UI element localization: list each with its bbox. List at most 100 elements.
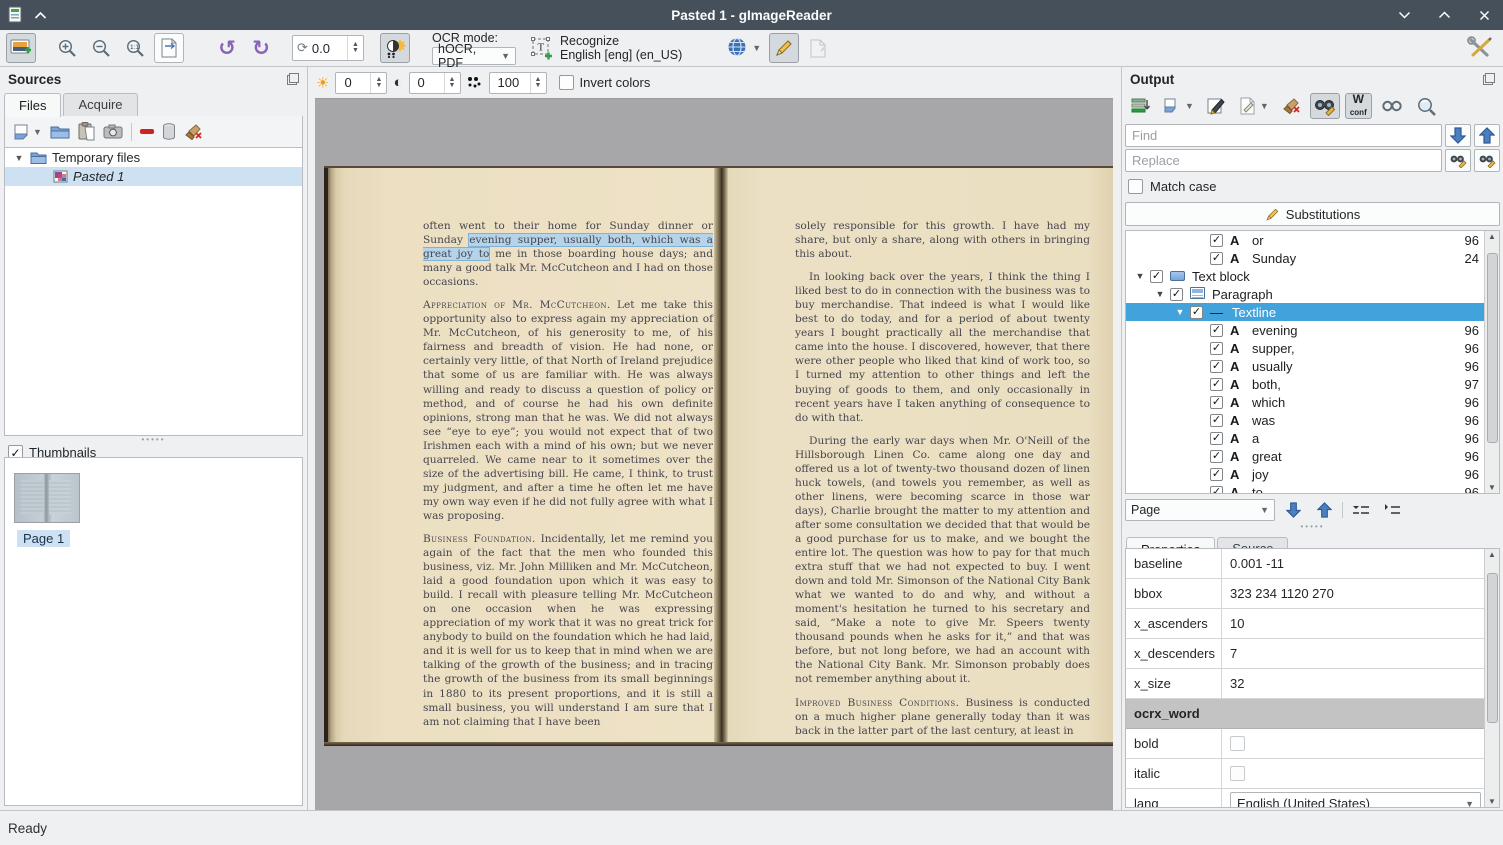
replace-button[interactable] <box>1445 149 1471 172</box>
ocr-selected-line-highlight[interactable]: evening supper, usually both, which was … <box>423 234 713 260</box>
page-thumbnail[interactable] <box>15 474 79 522</box>
match-case-checkbox[interactable] <box>1128 179 1143 194</box>
tab-files[interactable]: Files <box>4 93 61 117</box>
item-checkbox[interactable]: ✓ <box>1170 288 1183 301</box>
tree-row[interactable]: ✓Ato96 <box>1126 483 1499 494</box>
tree-file-row[interactable]: Pasted 1 <box>5 167 302 186</box>
find-next-button[interactable] <box>1445 124 1471 147</box>
tree-row[interactable]: ✓Asupper,96 <box>1126 339 1499 357</box>
tree-row[interactable]: ✓Agreat96 <box>1126 447 1499 465</box>
add-file-button[interactable]: ▼ <box>13 123 42 141</box>
expander-icon[interactable]: ▼ <box>1150 289 1170 299</box>
expander-icon[interactable]: ▼ <box>1130 271 1150 281</box>
replace-all-button[interactable] <box>1474 149 1500 172</box>
item-checkbox[interactable]: ✓ <box>1210 450 1223 463</box>
save-output-button[interactable] <box>1203 93 1230 119</box>
brightness-spinner[interactable]: ▲▼ <box>370 73 386 93</box>
delete-source-button[interactable] <box>162 123 176 140</box>
open-output-button[interactable]: ▼ <box>1159 93 1198 119</box>
expander-icon[interactable]: ▼ <box>1170 307 1190 317</box>
thumbnail-label[interactable]: Page 1 <box>17 530 70 547</box>
scroll-up-icon[interactable]: ▲ <box>1488 232 1496 241</box>
scroll-down-icon[interactable]: ▼ <box>1488 483 1496 492</box>
find-input[interactable]: Find <box>1125 124 1442 147</box>
item-checkbox[interactable]: ✓ <box>1210 378 1223 391</box>
scroll-up-icon[interactable]: ▲ <box>1488 550 1496 559</box>
tree-row[interactable]: ▼✓—Textline <box>1126 303 1499 321</box>
resolution-spinbox[interactable]: 100 ▲▼ <box>489 72 547 94</box>
italic-checkbox[interactable] <box>1230 766 1245 781</box>
item-checkbox[interactable]: ✓ <box>1210 414 1223 427</box>
open-folder-button[interactable] <box>50 124 70 140</box>
tree-row[interactable]: ✓Ausually96 <box>1126 357 1499 375</box>
tree-scrollbar[interactable]: ▲ ▼ <box>1484 231 1499 493</box>
tree-row[interactable]: ▼✓Paragraph <box>1126 285 1499 303</box>
page-mode-combo[interactable]: Page ▼ <box>1125 499 1275 521</box>
tree-row[interactable]: ▼✓Text block <box>1126 267 1499 285</box>
language-menu-button[interactable]: ▼ <box>722 33 765 63</box>
tab-acquire[interactable]: Acquire <box>63 93 137 116</box>
next-item-button[interactable] <box>1280 499 1306 521</box>
image-viewport[interactable]: often went to their home for Sunday dinn… <box>315 98 1113 810</box>
image-controls-button[interactable] <box>380 33 410 63</box>
properties-scrollbar[interactable]: ▲ ▼ <box>1484 549 1499 807</box>
contrast-spinner[interactable]: ▲▼ <box>444 73 460 93</box>
add-images-button[interactable] <box>6 33 36 63</box>
tree-row[interactable]: ✓Ajoy96 <box>1126 465 1499 483</box>
tree-row[interactable]: ✓Aor96 <box>1126 231 1499 249</box>
expand-all-button[interactable] <box>1379 499 1405 521</box>
spellcheck-document-icon[interactable] <box>803 33 833 63</box>
float-panel-icon[interactable] <box>1483 73 1495 85</box>
remove-source-button[interactable] <box>140 129 154 134</box>
item-checkbox[interactable]: ✓ <box>1210 342 1223 355</box>
item-checkbox[interactable]: ✓ <box>1210 324 1223 337</box>
rotate-right-button[interactable]: ↻ <box>246 33 276 63</box>
item-checkbox[interactable]: ✓ <box>1190 306 1203 319</box>
float-panel-icon[interactable] <box>287 73 299 85</box>
scroll-down-icon[interactable]: ▼ <box>1488 797 1496 806</box>
collapse-all-button[interactable] <box>1348 499 1374 521</box>
rotation-spinbox[interactable]: ⟳ 0.0 ▲▼ <box>292 35 364 61</box>
splitter-handle[interactable]: ••••• <box>1122 523 1503 529</box>
substitutions-button[interactable]: Substitutions <box>1125 202 1500 226</box>
item-checkbox[interactable]: ✓ <box>1150 270 1163 283</box>
best-fit-button[interactable] <box>154 33 184 63</box>
resolution-spinner[interactable]: ▲▼ <box>530 73 546 93</box>
insert-mode-button[interactable] <box>1126 93 1154 119</box>
paste-button[interactable] <box>78 122 95 141</box>
find-replace-toggle[interactable] <box>1310 93 1340 119</box>
clear-output-button[interactable]: ▼ <box>1235 93 1273 119</box>
tree-row[interactable]: ✓Awhich96 <box>1126 393 1499 411</box>
item-checkbox[interactable]: ✓ <box>1210 468 1223 481</box>
ocr-mode-combo[interactable]: hOCR, PDF ▼ <box>432 47 516 65</box>
toggle-output-pane-button[interactable] <box>769 33 799 63</box>
item-checkbox[interactable]: ✓ <box>1210 252 1223 265</box>
bold-checkbox[interactable] <box>1230 736 1245 751</box>
rotate-left-button[interactable]: ↺ <box>212 33 242 63</box>
clear-sources-button[interactable] <box>184 123 203 141</box>
contrast-spinbox[interactable]: 0 ▲▼ <box>409 72 461 94</box>
tree-folder-row[interactable]: ▼ Temporary files <box>5 148 302 167</box>
tree-row[interactable]: ✓ASunday24 <box>1126 249 1499 267</box>
settings-button[interactable] <box>1463 33 1497 63</box>
tree-row[interactable]: ✓Aevening96 <box>1126 321 1499 339</box>
maximize-button[interactable] <box>1437 8 1451 22</box>
item-checkbox[interactable]: ✓ <box>1210 360 1223 373</box>
item-checkbox[interactable]: ✓ <box>1210 486 1223 495</box>
confidence-toggle[interactable]: W conf <box>1345 93 1372 119</box>
zoom-out-button[interactable] <box>86 33 116 63</box>
replace-input[interactable]: Replace <box>1125 149 1442 172</box>
close-button[interactable] <box>1477 8 1491 22</box>
item-checkbox[interactable]: ✓ <box>1210 396 1223 409</box>
tree-row[interactable]: ✓Awas96 <box>1126 411 1499 429</box>
link-position-button[interactable] <box>1377 93 1407 119</box>
item-checkbox[interactable]: ✓ <box>1210 432 1223 445</box>
zoom-in-button[interactable] <box>52 33 82 63</box>
scroll-thumb[interactable] <box>1487 253 1498 443</box>
prev-item-button[interactable] <box>1311 499 1337 521</box>
tree-row[interactable]: ✓Aboth,97 <box>1126 375 1499 393</box>
item-checkbox[interactable]: ✓ <box>1210 234 1223 247</box>
zoom-original-button[interactable]: 1:1 <box>120 33 150 63</box>
recognize-button[interactable]: T Recognize English [eng] (en_US) <box>530 34 682 62</box>
screenshot-button[interactable] <box>103 124 123 139</box>
